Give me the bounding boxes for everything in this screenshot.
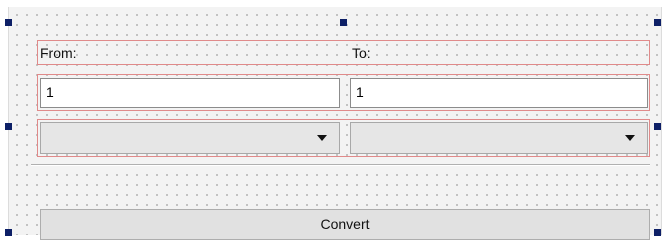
selection-handle-top-center[interactable] <box>340 19 347 26</box>
to-unit-dropdown[interactable] <box>350 122 648 154</box>
from-value-field[interactable]: 1 <box>40 78 340 108</box>
selection-handle-top-left[interactable] <box>5 19 12 26</box>
selection-handle-bottom-right[interactable] <box>654 229 661 236</box>
selection-handle-top-right[interactable] <box>654 19 661 26</box>
selection-handle-bottom-left[interactable] <box>5 229 12 236</box>
from-label: From: <box>40 45 77 61</box>
from-unit-dropdown[interactable] <box>40 122 340 154</box>
selection-handle-middle-right[interactable] <box>654 123 661 130</box>
to-value-field[interactable]: 1 <box>350 78 648 108</box>
separator-line <box>31 164 650 166</box>
to-label: To: <box>352 45 371 61</box>
labels-layout <box>37 40 650 65</box>
convert-button[interactable]: Convert <box>40 209 650 240</box>
chevron-down-icon <box>317 135 327 141</box>
selection-handle-middle-left[interactable] <box>5 123 12 130</box>
chevron-down-icon <box>625 135 635 141</box>
